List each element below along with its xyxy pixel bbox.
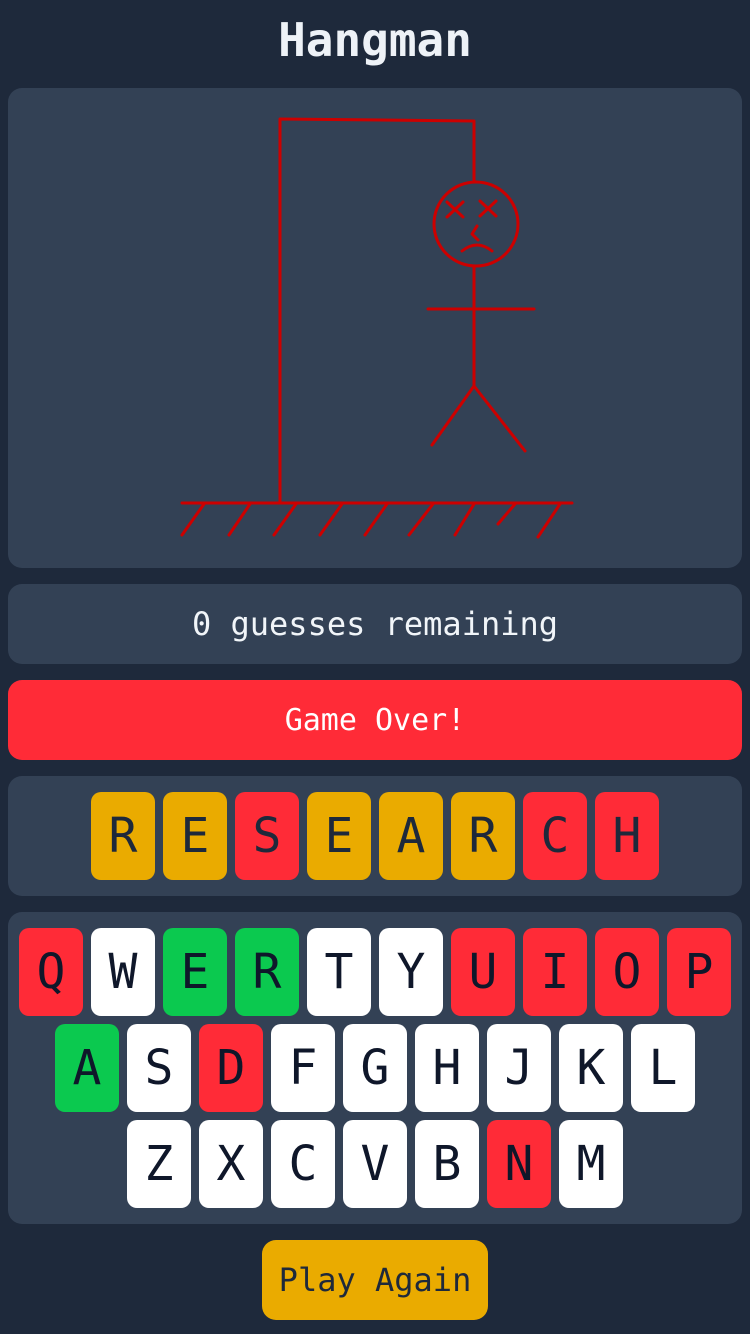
word-tile: E xyxy=(163,792,227,880)
word-tile: E xyxy=(307,792,371,880)
word-tile: H xyxy=(595,792,659,880)
hangman-figure xyxy=(180,117,574,539)
guesses-remaining: 0 guesses remaining xyxy=(8,584,742,664)
key-f[interactable]: F xyxy=(271,1024,335,1112)
keyboard-row-1: QWERTYUIOP xyxy=(8,928,742,1016)
keyboard: QWERTYUIOP ASDFGHJKL ZXCVBNM xyxy=(8,912,742,1224)
key-l[interactable]: L xyxy=(631,1024,695,1112)
word-tile: R xyxy=(451,792,515,880)
frown xyxy=(460,224,494,253)
word-tile: A xyxy=(379,792,443,880)
keyboard-row-2: ASDFGHJKL xyxy=(8,1024,742,1112)
key-r[interactable]: R xyxy=(235,928,299,1016)
key-o[interactable]: O xyxy=(595,928,659,1016)
word-tile: C xyxy=(523,792,587,880)
gallows-hatch xyxy=(180,502,562,539)
head xyxy=(432,180,520,268)
key-v[interactable]: V xyxy=(343,1120,407,1208)
eyes xyxy=(445,199,498,219)
key-s[interactable]: S xyxy=(127,1024,191,1112)
key-t[interactable]: T xyxy=(307,928,371,1016)
key-i[interactable]: I xyxy=(523,928,587,1016)
key-q[interactable]: Q xyxy=(19,928,83,1016)
key-j[interactable]: J xyxy=(487,1024,551,1112)
key-y[interactable]: Y xyxy=(379,928,443,1016)
key-k[interactable]: K xyxy=(559,1024,623,1112)
legs xyxy=(430,384,527,453)
key-x[interactable]: X xyxy=(199,1120,263,1208)
play-again-button[interactable]: Play Again xyxy=(262,1240,488,1320)
key-b[interactable]: B xyxy=(415,1120,479,1208)
word-tile: R xyxy=(91,792,155,880)
key-a[interactable]: A xyxy=(55,1024,119,1112)
key-m[interactable]: M xyxy=(559,1120,623,1208)
gallows-post xyxy=(278,117,476,505)
key-z[interactable]: Z xyxy=(127,1120,191,1208)
word-tile: S xyxy=(235,792,299,880)
key-e[interactable]: E xyxy=(163,928,227,1016)
key-g[interactable]: G xyxy=(343,1024,407,1112)
key-u[interactable]: U xyxy=(451,928,515,1016)
hangman-drawing-panel xyxy=(8,88,742,568)
key-h[interactable]: H xyxy=(415,1024,479,1112)
game-title: Hangman xyxy=(278,13,472,67)
key-p[interactable]: P xyxy=(667,928,731,1016)
key-c[interactable]: C xyxy=(271,1120,335,1208)
key-w[interactable]: W xyxy=(91,928,155,1016)
game-over-banner: Game Over! xyxy=(8,680,742,760)
keyboard-row-3: ZXCVBNM xyxy=(8,1120,742,1208)
key-d[interactable]: D xyxy=(199,1024,263,1112)
key-n[interactable]: N xyxy=(487,1120,551,1208)
word-display: RESEARCH xyxy=(8,776,742,896)
